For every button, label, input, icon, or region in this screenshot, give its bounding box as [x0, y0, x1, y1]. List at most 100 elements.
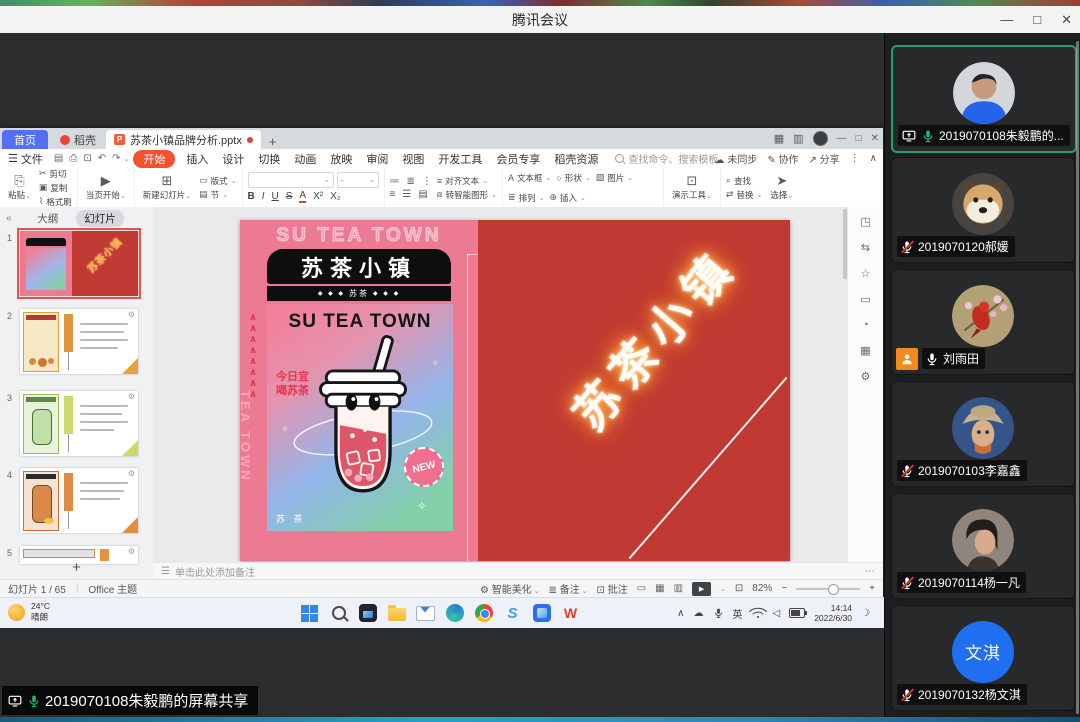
- night-light-icon[interactable]: ☽: [861, 608, 870, 619]
- close-button[interactable]: ✕: [1061, 13, 1072, 26]
- italic-button[interactable]: I: [262, 191, 265, 202]
- battery-icon[interactable]: [789, 608, 805, 618]
- play-options-caret[interactable]: ⌄: [720, 585, 726, 593]
- play-from-page-button[interactable]: ▶ 当页开始⌄: [83, 174, 129, 201]
- wps-new-tab-button[interactable]: +: [269, 134, 277, 149]
- save-icon[interactable]: ▤: [51, 153, 66, 164]
- volume-icon[interactable]: ◁: [773, 608, 781, 619]
- indent-icon[interactable]: ⋮: [422, 176, 432, 187]
- align-left-icon[interactable]: ≡: [390, 189, 396, 200]
- align-center-icon[interactable]: ☰: [402, 189, 411, 200]
- cut-button[interactable]: ✂剪切: [39, 168, 72, 180]
- share-button[interactable]: ↗ 分享: [809, 151, 840, 166]
- font-color-button[interactable]: A: [299, 190, 306, 203]
- superscript-button[interactable]: X²: [313, 191, 323, 202]
- more-menu-icon[interactable]: ⋮: [850, 153, 860, 164]
- beautify-tool-icon[interactable]: ☆: [861, 267, 871, 280]
- print-icon[interactable]: ⎙: [66, 153, 80, 164]
- menu-item-devtools[interactable]: 开发工具: [431, 151, 489, 167]
- collapse-ribbon-icon[interactable]: ∧: [870, 153, 877, 164]
- section-button[interactable]: ▤节⌄: [199, 189, 236, 201]
- file-menu[interactable]: ☰ 文件: [0, 151, 51, 167]
- chart-tool-icon[interactable]: ▦: [860, 344, 870, 357]
- edge-browser-button[interactable]: [445, 604, 464, 623]
- participant-tile-3[interactable]: 刘雨田: [891, 269, 1075, 375]
- panel-collapse-icon[interactable]: «: [6, 213, 12, 224]
- reading-view-icon[interactable]: ▥: [674, 583, 683, 594]
- strikethrough-button[interactable]: S: [286, 191, 293, 202]
- new-slide-button[interactable]: ⊞ 新建幻灯片⌄: [140, 174, 194, 201]
- tab-slides[interactable]: 幻灯片: [76, 210, 124, 227]
- wps-app-button[interactable]: W: [561, 604, 580, 623]
- taskbar-weather-widget[interactable]: 24°C 晴朗: [8, 601, 50, 623]
- notes-bar[interactable]: ☰ 单击此处添加备注 ⋯: [153, 562, 883, 580]
- align-text-button[interactable]: ≡对齐文本⌄: [437, 175, 497, 187]
- menu-item-docer-resources[interactable]: 稻壳资源: [547, 151, 605, 167]
- taskbar-search-button[interactable]: [329, 604, 348, 623]
- participant-tile-6[interactable]: 文淇 2019070132杨文淇: [891, 605, 1075, 711]
- layout-button[interactable]: ▭版式⌄: [199, 175, 236, 187]
- smart-graphic-button[interactable]: ⧈转智能图形⌄: [437, 189, 497, 201]
- sync-status[interactable]: ☁ 未同步: [715, 151, 758, 166]
- slide-sorter-view-icon[interactable]: ▦: [655, 583, 664, 594]
- collaborate-button[interactable]: ✎ 协作: [767, 151, 798, 166]
- participants-scrollbar[interactable]: [1076, 41, 1079, 714]
- zoom-out-button[interactable]: −: [781, 583, 787, 594]
- bold-button[interactable]: B: [248, 191, 255, 202]
- menu-item-animation[interactable]: 动画: [287, 151, 323, 167]
- smart-beautify-button[interactable]: ⚙ 智能美化 ⌄: [480, 581, 540, 596]
- menu-item-transition[interactable]: 切换: [251, 151, 287, 167]
- menu-item-slideshow[interactable]: 放映: [323, 151, 359, 167]
- command-search-box[interactable]: 查找命令、搜索模板: [615, 151, 718, 166]
- tray-cloud-icon[interactable]: ☁: [694, 608, 704, 619]
- tray-chevron-icon[interactable]: ∧: [677, 608, 684, 619]
- slide-1[interactable]: SU TEA TOWN ∧∧∧∧∧∧∧∧ TEA TOWN 苏茶小镇 ◆ ◆ ◆…: [240, 220, 790, 561]
- redo-icon[interactable]: ↷: [109, 153, 123, 164]
- layout-tool-icon[interactable]: ▭: [860, 293, 870, 306]
- line-spacing-icon[interactable]: ▤: [418, 189, 427, 200]
- menu-item-member[interactable]: 会员专享: [489, 151, 547, 167]
- copy-button[interactable]: ▣复制: [39, 182, 72, 194]
- tab-outline[interactable]: 大纲: [29, 210, 66, 227]
- bullets-icon[interactable]: ≔: [390, 176, 400, 187]
- zoom-slider[interactable]: [796, 588, 860, 590]
- properties-tool-icon[interactable]: ◳: [860, 215, 870, 228]
- taskbar-clock[interactable]: 14:14 2022/6/30: [814, 603, 852, 623]
- slide-thumbnail-1[interactable]: 苏茶小镇: [20, 231, 138, 296]
- menu-item-design[interactable]: 设计: [215, 151, 251, 167]
- find-button[interactable]: ⌕查找: [726, 175, 762, 187]
- slideshow-play-button[interactable]: ▶: [692, 582, 711, 596]
- notes-more-icon[interactable]: ⋯: [865, 566, 875, 577]
- text-box-button[interactable]: A文本框⌄: [508, 172, 551, 184]
- settings-tool-icon[interactable]: ⚙: [861, 370, 871, 383]
- underline-button[interactable]: U: [272, 191, 279, 202]
- maximize-button[interactable]: □: [1033, 13, 1041, 26]
- wps-document-tab[interactable]: P 苏茶小镇品牌分析.pptx: [106, 130, 261, 149]
- participant-tile-1[interactable]: 2019070108朱毅鹏的...: [891, 45, 1077, 153]
- replace-button[interactable]: ⇄替换⌄: [726, 189, 762, 201]
- menu-item-home[interactable]: 开始: [133, 150, 175, 168]
- wps-docer-tab[interactable]: 稻壳: [50, 130, 106, 149]
- slide-thumbnail-3[interactable]: ⚙: [20, 391, 138, 456]
- subscript-button[interactable]: X₂: [330, 191, 341, 202]
- present-tools-button[interactable]: ⊡ 演示工具⌄: [669, 174, 715, 201]
- taskbar-photos-dark-app[interactable]: [358, 604, 377, 623]
- language-indicator[interactable]: 英: [733, 606, 743, 621]
- undo-icon[interactable]: ↶: [95, 153, 109, 164]
- picture-button[interactable]: ▧图片⌄: [596, 172, 633, 184]
- font-name-select[interactable]: ⌄: [248, 172, 334, 188]
- normal-view-icon[interactable]: ▭: [637, 583, 646, 594]
- animation-tool-icon[interactable]: ⇆: [861, 241, 870, 254]
- quickbar-caret-icon[interactable]: ⌄: [124, 155, 130, 163]
- help-tool-icon[interactable]: ◔: [862, 319, 869, 331]
- fit-icon[interactable]: ⊡: [735, 583, 743, 594]
- wps-account-avatar[interactable]: [813, 131, 828, 146]
- participant-tile-5[interactable]: 2019070114杨一凡: [891, 493, 1075, 599]
- mail-button[interactable]: [416, 604, 435, 623]
- tray-mic-icon[interactable]: [713, 607, 724, 619]
- export-icon[interactable]: ⊡: [80, 153, 94, 164]
- paste-button[interactable]: ⎘ 粘贴⌄: [5, 174, 34, 201]
- start-button[interactable]: [300, 604, 319, 623]
- file-explorer-button[interactable]: [387, 604, 406, 623]
- zoom-slider-knob[interactable]: [828, 584, 839, 595]
